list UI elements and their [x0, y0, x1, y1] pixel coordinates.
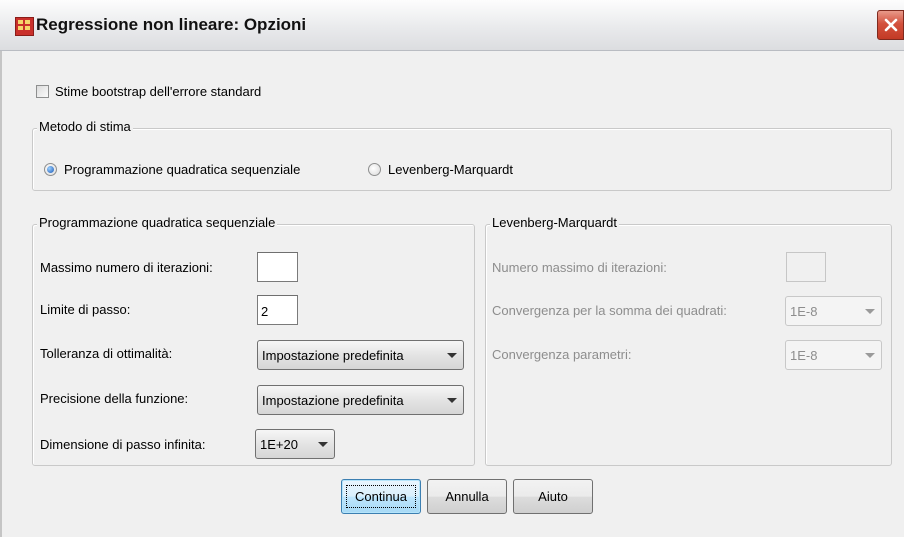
help-button[interactable]: Aiuto	[513, 479, 593, 514]
infinite-step-value: 1E+20	[260, 437, 298, 452]
optimality-tolerance-dropdown[interactable]: Impostazione predefinita	[257, 340, 464, 370]
sqp-radio[interactable]	[44, 163, 57, 176]
param-convergence-dropdown[interactable]: 1E-8	[785, 340, 882, 370]
ssq-convergence-dropdown[interactable]: 1E-8	[785, 296, 882, 326]
spss-app-icon	[15, 17, 34, 36]
lm-radio[interactable]	[368, 163, 381, 176]
optimality-tolerance-value: Impostazione predefinita	[262, 348, 404, 363]
cancel-button-label: Annulla	[445, 489, 489, 504]
dialog-body: Stime bootstrap dell'errore standard Met…	[0, 51, 904, 537]
window-title: Regressione non lineare: Opzioni	[36, 15, 307, 34]
chevron-down-icon	[865, 353, 875, 358]
function-precision-value: Impostazione predefinita	[262, 393, 404, 408]
sqp-radio-label[interactable]: Programmazione quadratica sequenziale	[64, 162, 300, 177]
chevron-down-icon	[447, 353, 457, 358]
ssq-convergence-label: Convergenza per la somma dei quadrati:	[492, 303, 727, 318]
sqp-max-iterations-label: Massimo numero di iterazioni:	[40, 260, 213, 275]
lm-legend: Levenberg-Marquardt	[490, 215, 620, 230]
continue-button-label: Continua	[354, 489, 408, 504]
close-button[interactable]	[877, 10, 904, 40]
help-button-label: Aiuto	[538, 489, 568, 504]
chevron-down-icon	[318, 442, 328, 447]
optimality-tolerance-label: Tolleranza di ottimalità:	[40, 346, 173, 361]
step-limit-input[interactable]: 2	[257, 295, 298, 325]
cancel-button[interactable]: Annulla	[427, 479, 507, 514]
chevron-down-icon	[865, 309, 875, 314]
param-convergence-value: 1E-8	[790, 348, 818, 363]
bootstrap-label: Stime bootstrap dell'errore standard	[55, 84, 262, 99]
estimation-method-legend: Metodo di stima	[37, 119, 133, 134]
function-precision-label: Precisione della funzione:	[40, 391, 189, 406]
close-icon	[884, 18, 898, 32]
estimation-method-group	[32, 128, 892, 191]
ssq-convergence-value: 1E-8	[790, 304, 818, 319]
lm-max-iterations-label: Numero massimo di iterazioni:	[492, 260, 667, 275]
sqp-legend: Programmazione quadratica sequenziale	[37, 215, 278, 230]
infinite-step-dropdown[interactable]: 1E+20	[255, 429, 335, 459]
sqp-max-iterations-input[interactable]	[257, 252, 298, 282]
chevron-down-icon	[447, 398, 457, 403]
title-bar[interactable]: Regressione non lineare: Opzioni	[0, 0, 904, 51]
param-convergence-label: Convergenza parametri:	[492, 347, 632, 362]
infinite-step-label: Dimensione di passo infinita:	[40, 437, 206, 452]
bootstrap-checkbox[interactable]	[36, 85, 49, 98]
step-limit-label: Limite di passo:	[40, 302, 131, 317]
lm-max-iterations-input[interactable]	[786, 252, 826, 282]
lm-radio-label[interactable]: Levenberg-Marquardt	[388, 162, 513, 177]
continue-button[interactable]: Continua	[341, 479, 421, 514]
function-precision-dropdown[interactable]: Impostazione predefinita	[257, 385, 464, 415]
